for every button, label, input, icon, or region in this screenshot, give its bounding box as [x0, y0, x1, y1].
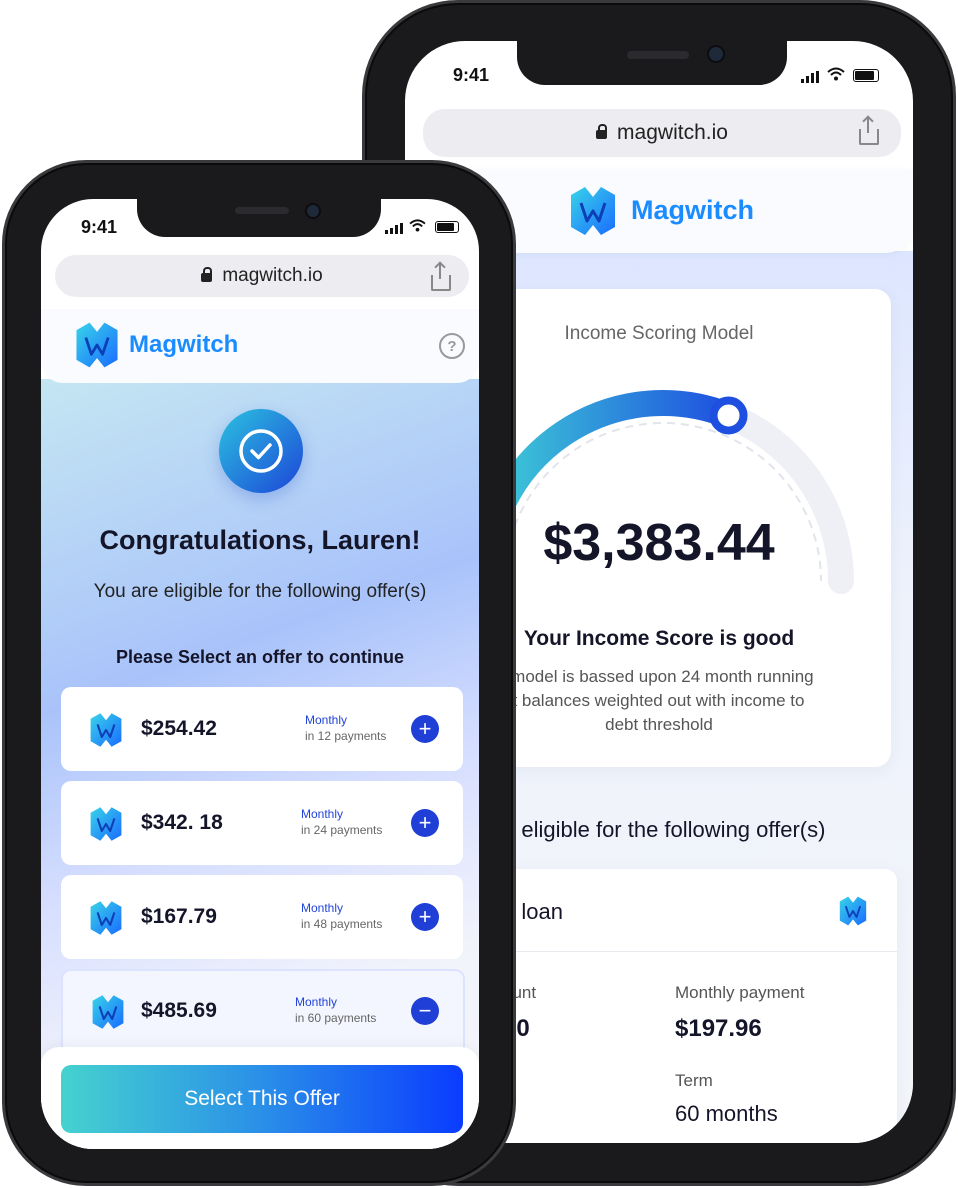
front-notch: [137, 199, 381, 237]
offer-amount: $342. 18: [141, 811, 223, 834]
signal-icon: [801, 71, 819, 83]
eligible-text: You are eligible for the following offer…: [93, 581, 427, 602]
monthly-payment-label: Monthly payment: [675, 983, 805, 1002]
term-value: 60 months: [675, 1101, 778, 1126]
offer-monthly-label: Monthly: [295, 995, 338, 1009]
brand-name: Magwitch: [129, 331, 239, 358]
url-bar[interactable]: magwitch.io: [423, 109, 901, 157]
magwitch-logo-icon: [87, 991, 129, 1033]
score-desc-line1: g model is bassed upon 24 month running: [497, 667, 814, 686]
front-phone-frame: 9:41 magwitch.io Magwitch ? Congratulati…: [2, 160, 516, 1186]
offer-monthly-label: Monthly: [301, 807, 344, 821]
offer-amount: $254.42: [141, 717, 217, 740]
offer-card[interactable]: $342. 18 Monthly in 24 payments +: [61, 781, 463, 865]
offer-payments: in 48 payments: [301, 917, 383, 931]
url-text: magwitch.io: [222, 265, 323, 286]
front-camera: [305, 203, 321, 219]
lock-icon: [201, 266, 213, 282]
check-icon: [219, 409, 303, 493]
url-text: magwitch.io: [617, 121, 728, 144]
wifi-icon: [827, 67, 845, 86]
score-desc-line2: nt balances weighted out with income to: [503, 691, 805, 710]
offer-card[interactable]: $254.42 Monthly in 12 payments +: [61, 687, 463, 771]
back-speaker: [627, 51, 689, 59]
wifi-icon: [409, 219, 426, 237]
back-camera: [707, 45, 725, 63]
lock-icon: [596, 123, 608, 139]
magwitch-logo-icon: [835, 893, 871, 929]
battery-icon: [853, 69, 879, 82]
magwitch-logo-icon: [85, 897, 127, 939]
select-offer-button[interactable]: Select This Offer: [61, 1065, 463, 1133]
magwitch-logo-icon: [85, 709, 127, 751]
plus-icon[interactable]: +: [411, 715, 439, 743]
back-offers-heading: e eligible for the following offer(s): [503, 817, 826, 842]
share-icon[interactable]: [431, 263, 451, 291]
offer-amount: $167.79: [141, 905, 217, 928]
magwitch-logo-icon: [85, 803, 127, 845]
select-prompt: Please Select an offer to continue: [115, 647, 405, 667]
minus-icon[interactable]: −: [411, 997, 439, 1025]
brand-name: Magwitch: [631, 195, 755, 225]
offer-payments: in 24 payments: [301, 823, 383, 837]
congrats-title: Congratulations, Lauren!: [99, 525, 421, 555]
offer-payments: in 60 payments: [295, 1011, 377, 1025]
url-bar[interactable]: magwitch.io: [55, 255, 469, 297]
offer-monthly-label: Monthly: [301, 901, 344, 915]
share-icon[interactable]: [859, 117, 879, 145]
signal-icon: [385, 223, 403, 234]
monthly-payment-value: $197.96: [675, 1015, 762, 1042]
magwitch-logo-icon: [563, 181, 623, 241]
offer-amount: $485.69: [141, 999, 217, 1022]
plus-icon[interactable]: +: [411, 903, 439, 931]
offer-monthly-label: Monthly: [305, 713, 348, 727]
offer-card[interactable]: $167.79 Monthly in 48 payments +: [61, 875, 463, 959]
term-label: Term: [675, 1071, 713, 1090]
magwitch-logo-icon: [69, 317, 125, 373]
plus-icon[interactable]: +: [411, 809, 439, 837]
help-icon[interactable]: ?: [439, 333, 465, 359]
status-time: 9:41: [453, 65, 490, 85]
front-phone-screen: 9:41 magwitch.io Magwitch ? Congratulati…: [41, 199, 479, 1149]
gauge-knob: [709, 396, 748, 435]
offer-payments: in 12 payments: [305, 729, 387, 743]
front-speaker: [235, 207, 289, 214]
battery-icon: [435, 221, 459, 233]
status-time: 9:41: [81, 217, 118, 237]
back-notch: [517, 41, 787, 85]
